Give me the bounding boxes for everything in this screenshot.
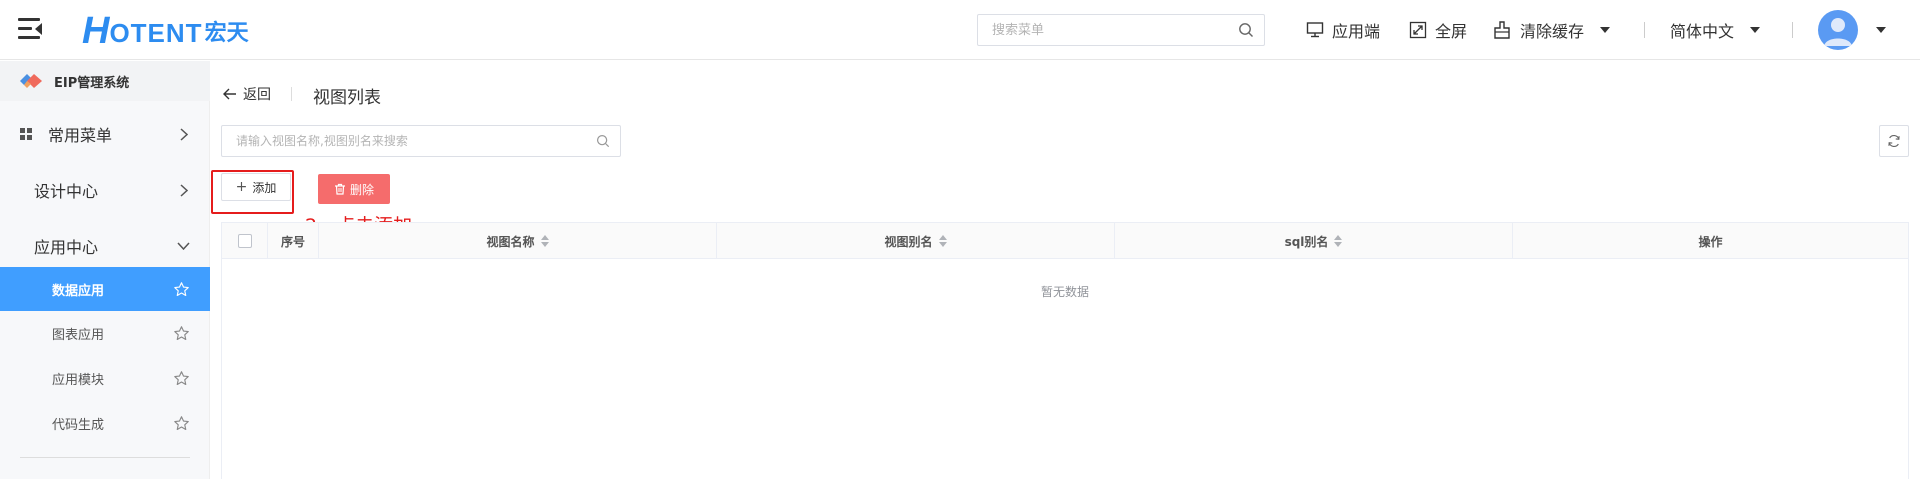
logo-text: OTENT (109, 18, 203, 48)
star-icon[interactable] (173, 325, 190, 342)
trash-icon (334, 183, 345, 195)
chevron-down-icon (177, 242, 190, 250)
divider (291, 87, 292, 101)
hotent-logo: H OTENT 宏天 (82, 10, 249, 52)
column-label: 视图名称 (486, 234, 535, 249)
app-side-label: 应用端 (1332, 22, 1381, 41)
column-header-index: 序号 (268, 223, 319, 259)
select-all-cell (222, 223, 268, 259)
chevron-down-icon (1600, 27, 1611, 33)
sidebar-item-label: 应用中心 (34, 238, 99, 257)
grid-icon (20, 128, 32, 140)
refresh-button[interactable] (1879, 125, 1909, 157)
language-label: 简体中文 (1670, 22, 1735, 41)
chevron-down-icon (1750, 27, 1761, 33)
sort-icon[interactable] (540, 235, 549, 247)
delete-label: 删除 (349, 182, 374, 197)
column-label: sql别名 (1284, 234, 1329, 249)
divider (1644, 22, 1645, 38)
search-icon[interactable] (1238, 22, 1254, 38)
logo-chinese: 宏天 (204, 21, 249, 46)
app-side-button[interactable]: 应用端 (1306, 19, 1380, 41)
divider (1792, 22, 1793, 38)
sidebar-subitem-label: 数据应用 (52, 283, 105, 299)
delete-button[interactable]: 删除 (318, 174, 390, 204)
menu-search-box (977, 14, 1265, 46)
sidebar-subitem-label: 代码生成 (52, 417, 105, 433)
logo-letter: H (82, 10, 110, 52)
add-label: 添加 (252, 180, 277, 195)
select-all-checkbox[interactable] (237, 234, 252, 248)
column-header-sql-alias[interactable]: sql别名 (1115, 223, 1513, 259)
table-header: 序号 视图名称 视图别名 sql别名 操作 (222, 223, 1908, 259)
column-label: 视图别名 (884, 234, 933, 249)
user-avatar[interactable] (1818, 10, 1858, 50)
sidebar-subitem-data-app[interactable]: 数据应用 (0, 267, 210, 311)
view-search-input[interactable] (222, 126, 582, 156)
sidebar-item-common-menu[interactable]: 常用菜单 (0, 106, 210, 162)
refresh-icon (1888, 134, 1900, 148)
sidebar-item-design-center[interactable]: 设计中心 (0, 162, 210, 218)
system-switcher[interactable]: EIP管理系统 (0, 61, 210, 101)
fullscreen-label: 全屏 (1435, 22, 1468, 41)
chevron-right-icon (180, 128, 188, 141)
main-content: 返回 视图列表 + 添加 2、点击添加 删除 序号 视图名称 (211, 61, 1920, 479)
monitor-icon (1306, 22, 1324, 38)
column-label: 操作 (1698, 234, 1723, 249)
search-icon[interactable] (596, 134, 610, 148)
menu-search-input[interactable] (978, 15, 1218, 45)
system-name: EIP管理系统 (54, 75, 130, 91)
menu-collapse-icon[interactable] (18, 18, 42, 40)
clear-cache-button[interactable]: 清除缓存 (1492, 19, 1611, 41)
column-header-actions: 操作 (1513, 223, 1908, 259)
sidebar-item-app-center[interactable]: 应用中心 (0, 218, 210, 274)
user-icon (1824, 18, 1852, 46)
sidebar-item-label: 设计中心 (34, 182, 99, 201)
sidebar-item-label: 常用菜单 (48, 126, 113, 145)
chevron-right-icon (180, 184, 188, 197)
top-header: H OTENT 宏天 应用端 全屏 清除缓存 简体中文 (0, 0, 1920, 60)
sidebar-divider (20, 457, 190, 458)
eip-logo-icon (20, 74, 42, 88)
column-header-view-name[interactable]: 视图名称 (319, 223, 717, 259)
view-table: 序号 视图名称 视图别名 sql别名 操作 暂无数据 (221, 222, 1909, 479)
add-button[interactable]: + 添加 (221, 173, 291, 201)
view-search-box (221, 125, 621, 157)
back-label: 返回 (243, 87, 271, 103)
page-title: 视图列表 (313, 88, 381, 108)
arrow-left-icon (223, 88, 236, 100)
sidebar-subitem-label: 图表应用 (52, 327, 105, 343)
star-icon[interactable] (173, 415, 190, 432)
star-icon[interactable] (173, 370, 190, 387)
star-icon[interactable] (173, 281, 190, 298)
sort-icon[interactable] (938, 235, 947, 247)
expand-icon (1409, 21, 1427, 39)
sidebar-subitem-chart-app[interactable]: 图表应用 (0, 311, 210, 355)
column-label: 序号 (280, 234, 305, 249)
clear-cache-label: 清除缓存 (1520, 22, 1585, 41)
sidebar-subitem-code-gen[interactable]: 代码生成 (0, 401, 210, 445)
sidebar-subitem-label: 应用模块 (52, 372, 105, 388)
back-button[interactable]: 返回 (223, 84, 271, 104)
sort-icon[interactable] (1334, 235, 1343, 247)
chevron-down-icon[interactable] (1876, 27, 1886, 33)
plus-icon: + (235, 179, 248, 195)
broom-icon (1494, 21, 1510, 39)
fullscreen-button[interactable]: 全屏 (1409, 19, 1467, 41)
column-header-view-alias[interactable]: 视图别名 (717, 223, 1115, 259)
language-select[interactable]: 简体中文 (1670, 19, 1761, 41)
sidebar-subitem-app-module[interactable]: 应用模块 (0, 356, 210, 400)
empty-state-text: 暂无数据 (1040, 285, 1089, 299)
sidebar: EIP管理系统 常用菜单 设计中心 应用中心 数据应用 图表应用 应用模块 代码… (0, 61, 210, 479)
